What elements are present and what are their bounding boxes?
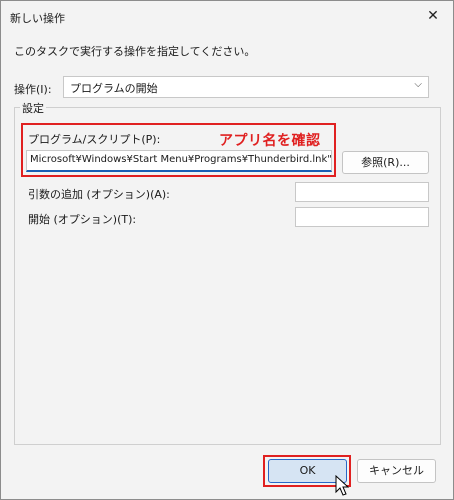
close-icon: ✕ [427,8,439,24]
close-button[interactable]: ✕ [413,1,453,31]
start-input[interactable] [295,207,429,227]
action-label: 操作(I): [14,83,52,96]
window-title: 新しい操作 [10,12,65,25]
settings-legend: 設定 [20,100,46,116]
mouse-pointer-icon [335,475,350,496]
chevron-down-icon: ⌵ [414,79,422,90]
action-selected-value: プログラムの開始 [70,82,158,95]
instruction-text: このタスクで実行する操作を指定してください。 [14,45,256,58]
title-bar: 新しい操作 ✕ [1,1,453,33]
args-label: 引数の追加 (オプション)(A): [28,188,170,201]
args-input[interactable] [295,182,429,202]
program-input[interactable]: Microsoft¥Windows¥Start Menu¥Programs¥Th… [26,150,332,172]
program-label: プログラム/スクリプト(P): [28,133,161,146]
annotation-text: アプリ名を確認 [219,133,321,149]
browse-button[interactable]: 参照(R)... [342,151,429,174]
new-action-dialog: 新しい操作 ✕ このタスクで実行する操作を指定してください。 操作(I): プロ… [0,0,454,500]
action-select[interactable]: プログラムの開始 ⌵ [63,76,429,98]
cancel-button[interactable]: キャンセル [357,459,436,483]
start-label: 開始 (オプション)(T): [28,213,137,226]
